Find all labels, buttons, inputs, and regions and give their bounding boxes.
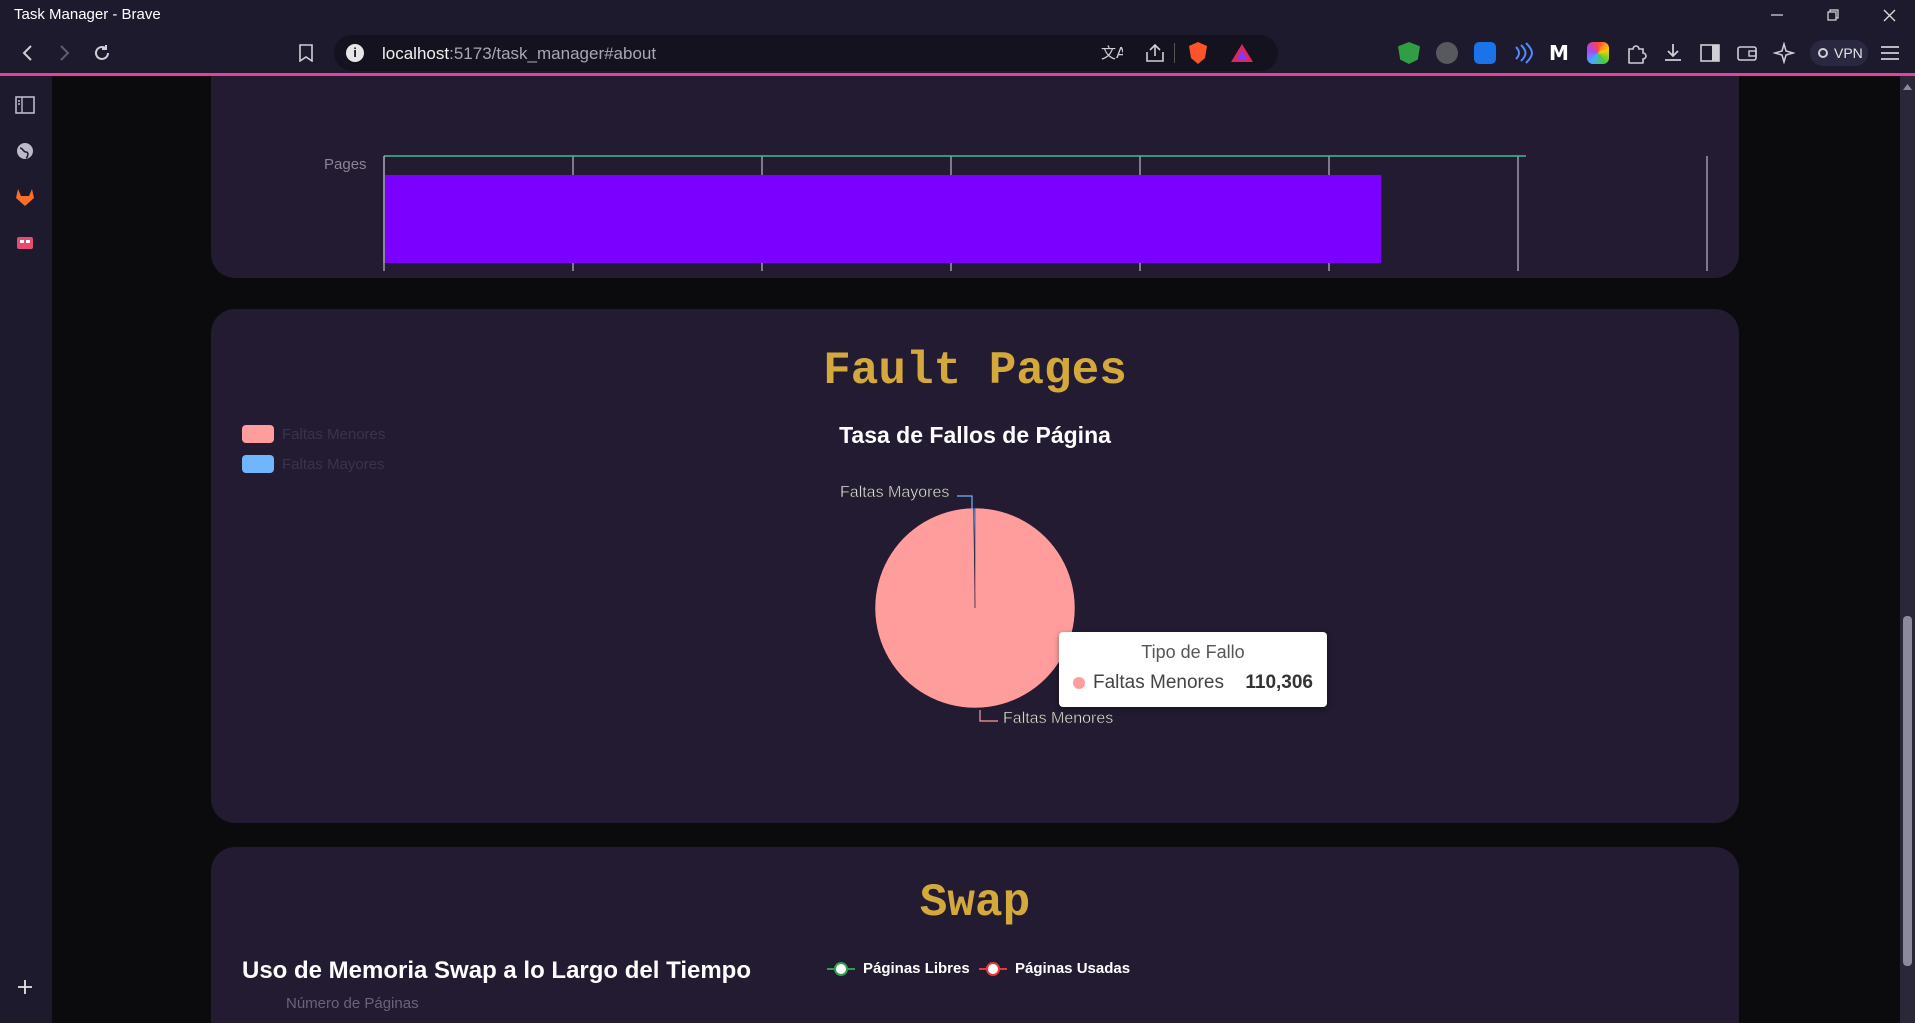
tooltip-value: 110,306 (1245, 672, 1313, 693)
site-info-icon[interactable]: i (346, 44, 364, 62)
pie-tooltip: Tipo de Fallo Faltas Menores 110,306 (1059, 632, 1327, 707)
brave-rewards-icon[interactable] (1230, 43, 1254, 63)
globe-icon[interactable] (14, 140, 36, 162)
close-icon (1883, 9, 1895, 21)
brave-shields-icon[interactable] (1187, 41, 1209, 65)
vpn-status-icon (1818, 48, 1828, 58)
menu-icon[interactable] (1880, 44, 1900, 62)
bookmark-icon (299, 44, 313, 62)
gitlab-icon[interactable] (14, 186, 36, 208)
reload-icon (95, 45, 109, 60)
minimize-icon (1771, 14, 1783, 16)
legend-label-mayores: Faltas Mayores (282, 455, 385, 473)
swap-title: Swap (919, 877, 1031, 929)
leo-ai-icon[interactable] (1773, 42, 1795, 64)
share-icon[interactable] (1144, 44, 1166, 64)
legend-swatch-mayores (242, 455, 274, 473)
spy-extension-icon[interactable] (1436, 42, 1458, 64)
restore-button[interactable] (1805, 0, 1861, 30)
legend-label-libres: Páginas Libres (863, 960, 970, 977)
puzzle-extensions-icon[interactable] (1625, 42, 1647, 64)
sidebar-toggle-icon[interactable] (1699, 42, 1721, 64)
back-arrow-icon (22, 45, 32, 61)
svg-text:文A: 文A (1101, 44, 1123, 62)
url-path: :5173/task_manager#about (449, 44, 657, 63)
pages-bar (385, 175, 1382, 263)
url-text: localhost:5173/task_manager#about (382, 44, 656, 64)
forward-button[interactable] (49, 38, 79, 68)
pages-card: 0100,000200,000300,000400,000500,000600,… (211, 76, 1739, 278)
forward-arrow-icon (60, 45, 70, 61)
restore-icon (1827, 9, 1839, 21)
swap-y-axis-label: Número de Páginas (286, 995, 419, 1012)
swap-card: Swap Uso de Memoria Swap a lo Largo del … (211, 847, 1739, 1023)
leader-line-menores (979, 710, 998, 722)
browser-sidebar (0, 76, 52, 1023)
svg-text:M: M (1549, 42, 1569, 64)
vpn-label: VPN (1834, 45, 1863, 61)
pie-label-menores: Faltas Menores (1003, 710, 1114, 728)
minimize-button[interactable] (1749, 0, 1805, 30)
vpn-button[interactable]: VPN (1810, 40, 1868, 66)
y-axis-label: Pages (324, 156, 367, 173)
browser-toolbar: i localhost:5173/task_manager#about 文A M… (0, 30, 1915, 74)
tooltip-title: Tipo de Fallo (1141, 642, 1245, 662)
fault-chart-title: Tasa de Fallos de Página (839, 422, 1111, 448)
back-button[interactable] (13, 38, 43, 68)
add-icon[interactable] (14, 976, 36, 998)
window-title: Task Manager - Brave (14, 6, 161, 23)
scrollbar-thumb[interactable] (1903, 616, 1912, 966)
legend-item-paginas-usadas[interactable]: Páginas Usadas (979, 960, 1130, 977)
legend-marker-libres (827, 961, 855, 976)
download-icon[interactable] (1662, 42, 1684, 64)
app-icon[interactable] (14, 232, 36, 254)
url-host: localhost (382, 44, 450, 63)
panel-icon[interactable] (14, 94, 36, 116)
legend-label-usadas: Páginas Usadas (1015, 960, 1131, 977)
bookmark-button[interactable] (291, 38, 321, 68)
shield-extension-icon[interactable] (1398, 42, 1420, 64)
reload-button[interactable] (87, 38, 117, 68)
tooltip-color-dot (1073, 677, 1085, 689)
swap-chart-title: Uso de Memoria Swap a lo Largo del Tiemp… (242, 957, 751, 984)
legend-marker-usadas (979, 961, 1007, 976)
wireless-extension-icon[interactable] (1512, 42, 1534, 64)
pages-bar-chart: 0100,000200,000300,000400,000500,000600,… (324, 155, 1708, 271)
page-scrollbar[interactable] (1900, 76, 1915, 1023)
legend-item-faltas-mayores[interactable]: Faltas Mayores (242, 455, 385, 473)
fault-pages-title: Fault Pages (823, 345, 1127, 397)
scroll-up-icon[interactable] (1903, 84, 1912, 90)
title-bar: Task Manager - Brave (0, 0, 1915, 30)
color-extension-icon[interactable] (1587, 42, 1609, 64)
address-bar[interactable]: i localhost:5173/task_manager#about 文A (334, 35, 1278, 71)
tooltip-label: Faltas Menores (1093, 672, 1224, 693)
url-divider (1174, 43, 1175, 63)
pie-slice-menores (874, 507, 1076, 709)
pie-label-mayores: Faltas Mayores (840, 484, 950, 502)
translate-icon[interactable]: 文A (1101, 43, 1123, 63)
m-extension-icon[interactable]: M (1549, 42, 1571, 64)
translator-extension-icon[interactable] (1474, 42, 1496, 64)
legend-item-paginas-libres[interactable]: Páginas Libres (827, 960, 970, 977)
close-button[interactable] (1861, 0, 1915, 30)
browser-window: Task Manager - Brave i localhost:5173/ta… (0, 0, 1915, 1023)
wallet-icon[interactable] (1736, 42, 1758, 64)
